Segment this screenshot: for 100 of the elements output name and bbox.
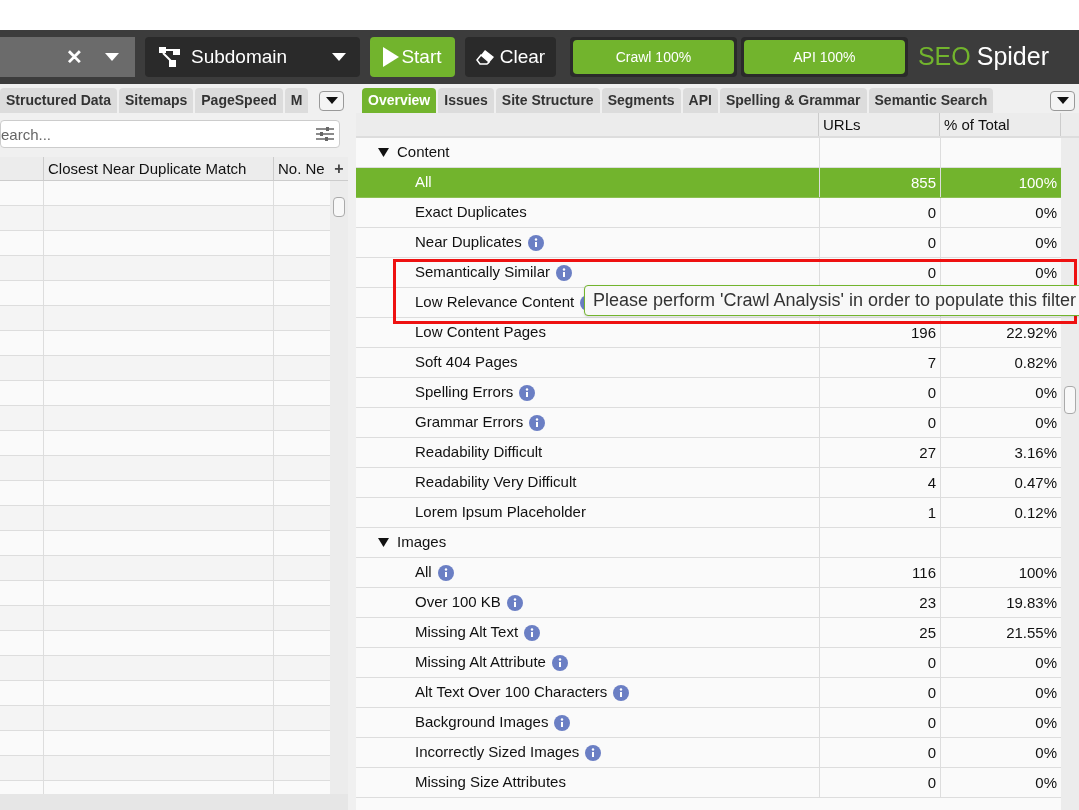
info-icon[interactable] [506,594,523,611]
close-icon[interactable]: ✕ [66,42,83,72]
filter-label: All [415,172,432,193]
filter-label: Low Relevance Content [415,292,575,313]
add-column-button[interactable]: + [330,157,348,180]
filter-row[interactable]: Grammar Errors 0 0% [356,408,1061,438]
filter-row[interactable]: All 116 100% [356,558,1061,588]
table-cell: 23 [819,588,940,617]
column-header[interactable]: No. Ne [274,157,330,180]
scrollbar[interactable] [0,794,348,810]
caret-icon [331,53,346,61]
filter-label: Semantically Similar [415,262,551,283]
url-field[interactable]: ✕ [0,37,135,77]
tab[interactable]: API [682,88,718,113]
caret-icon [105,53,119,61]
caret-icon [325,97,338,104]
table-cell: 27 [819,438,940,467]
clear-button[interactable]: Clear [464,37,556,77]
column-header[interactable]: URLs [819,113,940,136]
info-icon[interactable] [554,714,571,731]
filter-label: Exact Duplicates [415,202,527,223]
tab[interactable]: Site Structure [495,88,600,113]
tab[interactable]: PageSpeed [195,88,283,113]
filter-row[interactable]: Background Images 0 0% [356,708,1061,738]
table-cell: 25 [819,618,940,647]
hierarchy-icon [159,47,181,67]
filter-label: Background Images [415,712,549,733]
filter-row[interactable]: Readability Difficult 27 3.16% [356,438,1061,468]
filter-label: Near Duplicates [415,232,522,253]
tab-menu-button[interactable] [319,90,344,111]
caret-icon [1056,97,1069,104]
table-cell: 0 [819,738,940,767]
info-icon[interactable] [524,624,541,641]
column-header[interactable]: % of Total [940,113,1061,136]
info-icon[interactable] [519,384,536,401]
eraser-icon [475,49,496,65]
filter-label: Lorem Ipsum Placeholder [415,502,586,523]
tab[interactable]: Semantic Search [868,88,994,113]
table-cell: 0 [819,408,940,437]
tab[interactable]: Structured Data [0,88,118,113]
tab[interactable]: Issues [438,88,494,113]
filter-row[interactable]: Readability Very Difficult 4 0.47% [356,468,1061,498]
tab[interactable]: Spelling & Grammar [719,88,867,113]
tooltip: Please perform 'Crawl Analysis' in order to populate this filter [584,285,1079,316]
column-header[interactable]: Closest Near Duplicate Match [44,157,274,180]
filter-row[interactable]: Low Content Pages 196 22.92% [356,318,1061,348]
mode-dropdown[interactable]: Subdomain [145,37,360,77]
tab[interactable]: Sitemaps [119,88,194,113]
expand-arrow-icon[interactable] [378,148,389,157]
section-label[interactable]: Content [397,141,450,164]
filter-row[interactable]: Missing Alt Attribute 0 0% [356,648,1061,678]
info-icon[interactable] [613,684,630,701]
table-cell: 855 [819,168,940,197]
filter-label: Missing Alt Attribute [415,652,546,673]
filter-row[interactable]: Incorrectly Sized Images 0 0% [356,738,1061,768]
search-field[interactable]: earch... [0,120,340,148]
filter-label: Incorrectly Sized Images [415,742,580,763]
filter-label: Readability Very Difficult [415,472,577,493]
filter-label: Spelling Errors [415,382,514,403]
tab[interactable]: Segments [601,88,681,113]
section-label[interactable]: Images [397,531,447,554]
scrollbar[interactable] [330,181,348,794]
table-cell: 0 [819,198,940,227]
filter-label: Over 100 KB [415,592,501,613]
table-cell: 116 [819,558,940,587]
filter-row[interactable]: Over 100 KB 23 19.83% [356,588,1061,618]
play-icon [383,47,400,67]
filter-icon[interactable] [316,126,334,142]
filter-row[interactable]: Soft 404 Pages 7 0.82% [356,348,1061,378]
table-cell: 0 [819,708,940,737]
filter-row[interactable]: Lorem Ipsum Placeholder 1 0.12% [356,498,1061,528]
filter-row[interactable]: Near Duplicates 0 0% [356,228,1061,258]
filter-label: Missing Size Attributes [415,772,566,793]
filter-row[interactable]: Missing Alt Text 25 21.55% [356,618,1061,648]
filter-label: Soft 404 Pages [415,352,518,373]
logo: SEO Spider [917,41,1049,73]
filter-label: Low Content Pages [415,322,546,343]
tab[interactable]: M [284,88,309,113]
info-icon[interactable] [527,234,544,251]
table-cell: 4 [819,468,940,497]
info-icon[interactable] [556,264,573,281]
info-icon[interactable] [529,414,546,431]
table-cell: 7 [819,348,940,377]
filter-row[interactable]: Exact Duplicates 0 0% [356,198,1061,228]
info-icon[interactable] [551,654,568,671]
filter-label: Missing Alt Text [415,622,519,643]
table-cell: 0 [819,648,940,677]
expand-arrow-icon[interactable] [378,538,389,547]
progress-label: Crawl 100% [614,47,693,67]
table-cell: 0 [819,678,940,707]
filter-label: Alt Text Over 100 Characters [415,682,608,703]
tab-menu-button[interactable] [1050,90,1075,111]
info-icon[interactable] [585,744,602,761]
filter-label: Readability Difficult [415,442,543,463]
filter-row[interactable]: Missing Size Attributes 0 0% [356,768,1061,798]
filter-row[interactable]: Spelling Errors 0 0% [356,378,1061,408]
filter-row[interactable]: Alt Text Over 100 Characters 0 0% [356,678,1061,708]
info-icon[interactable] [437,564,454,581]
filter-label: All [415,562,432,583]
filter-label: Grammar Errors [415,412,524,433]
